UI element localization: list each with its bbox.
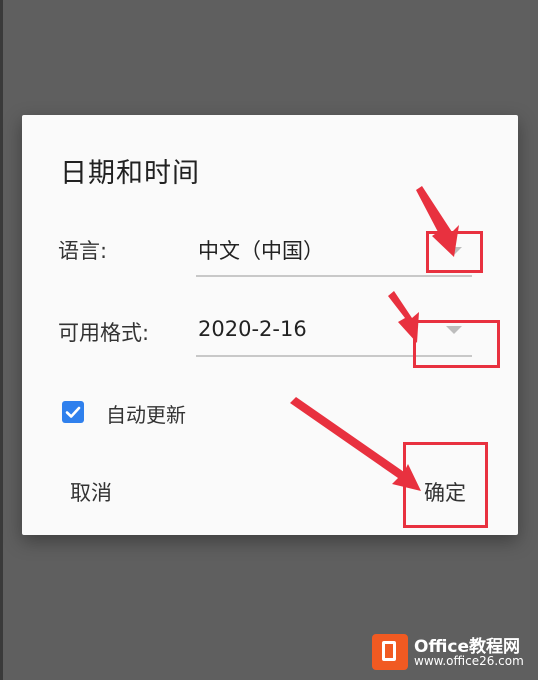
watermark-url: www.office26.com xyxy=(414,654,524,668)
cancel-button[interactable]: 取消 xyxy=(70,477,112,507)
auto-update-label[interactable]: 自动更新 xyxy=(106,399,186,428)
annotation-box-confirm xyxy=(403,442,488,528)
watermark: Office教程网 www.office26.com xyxy=(372,630,532,674)
annotation-box-language-caret xyxy=(426,231,483,273)
checkmark-icon xyxy=(65,406,81,418)
background-edge xyxy=(0,0,3,680)
auto-update-checkbox[interactable] xyxy=(62,401,84,423)
format-dropdown-value[interactable]: 2020-2-16 xyxy=(198,317,307,341)
language-label: 语言: xyxy=(58,239,108,263)
language-dropdown-underline xyxy=(196,275,472,277)
annotation-box-format-caret xyxy=(413,320,500,368)
screen: 日期和时间 语言: 中文（中国） 可用格式: 2020-2-16 自动更新 取消… xyxy=(0,0,538,680)
office-logo-icon xyxy=(372,634,408,670)
format-label: 可用格式: xyxy=(58,321,150,345)
language-dropdown-value[interactable]: 中文（中国） xyxy=(198,235,324,265)
dialog-title: 日期和时间 xyxy=(60,158,200,189)
